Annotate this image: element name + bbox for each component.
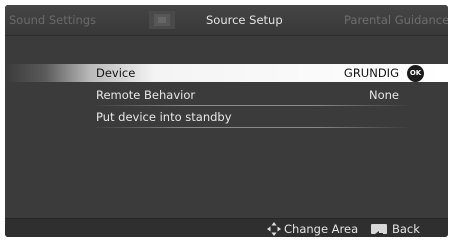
source-setup-icon: [149, 11, 175, 29]
menu-item-value: None: [368, 88, 399, 102]
tab-parental-guidance[interactable]: Parental Guidance: [344, 13, 448, 27]
back-button[interactable]: Back: [392, 222, 420, 236]
menu-item-label: Put device into standby: [96, 110, 232, 124]
menu-item-label: Remote Behavior: [96, 88, 196, 102]
menu-item-label: Device: [96, 66, 136, 80]
back-arrow-icon[interactable]: [371, 224, 387, 237]
tv-menu-screen: Sound Settings Source Setup Parental Gui…: [5, 5, 448, 237]
tab-source-setup[interactable]: Source Setup: [206, 13, 283, 27]
footer-bar: Change Area Back: [5, 218, 448, 237]
divider: [91, 105, 411, 106]
dpad-arrows-icon: [267, 222, 281, 236]
divider: [91, 127, 411, 128]
menu-item-device[interactable]: Device GRUNDIG OK: [5, 64, 448, 82]
ok-button-icon: OK: [407, 65, 424, 82]
change-area-hint: Change Area: [284, 222, 359, 236]
tab-bar: Sound Settings Source Setup Parental Gui…: [5, 5, 448, 36]
menu-item-remote-behavior[interactable]: Remote Behavior None: [5, 86, 448, 104]
menu-item-value: GRUNDIG: [343, 66, 399, 80]
menu-item-standby[interactable]: Put device into standby: [5, 108, 448, 126]
tab-sound-settings[interactable]: Sound Settings: [9, 13, 96, 27]
